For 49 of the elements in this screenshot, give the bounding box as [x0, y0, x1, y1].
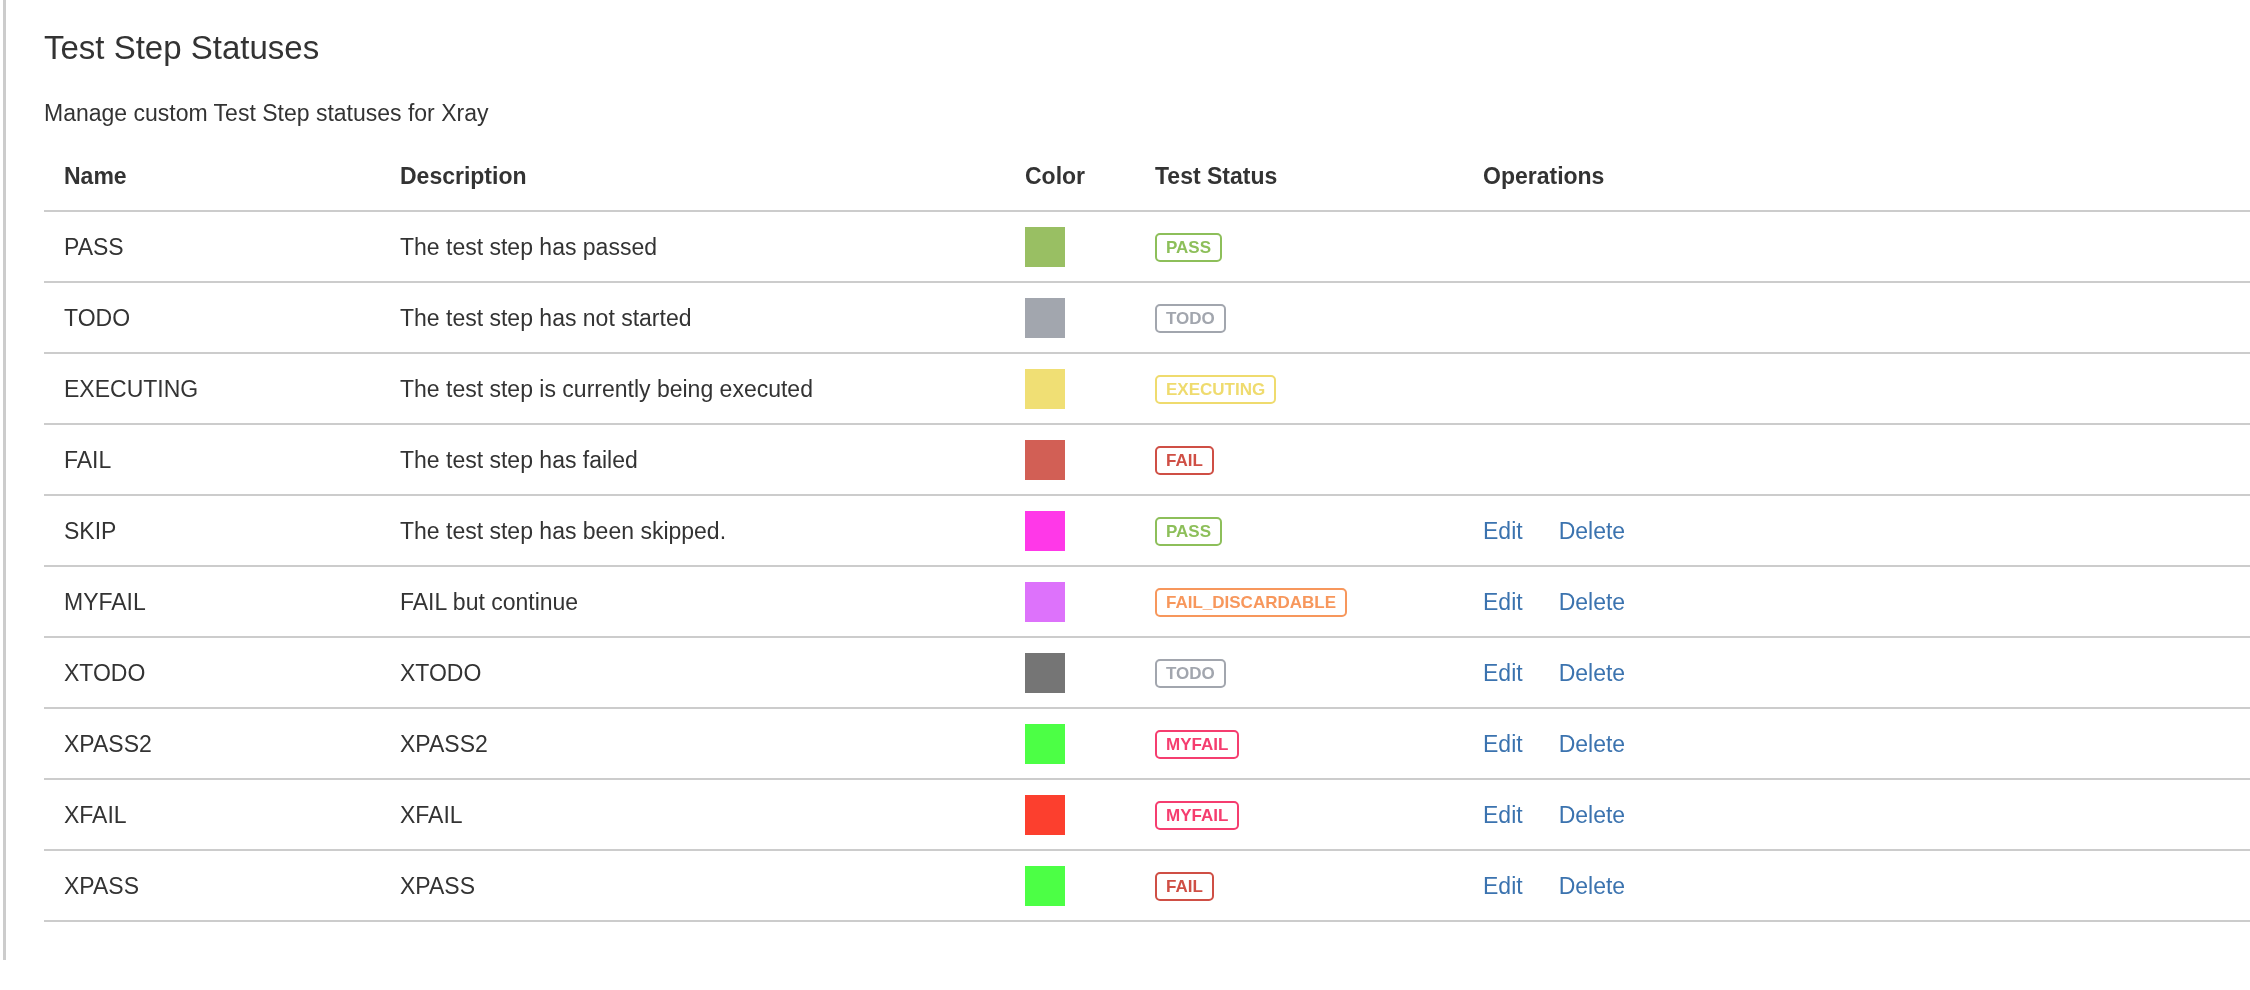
status-name: XTODO — [64, 659, 146, 686]
status-description: The test step has failed — [400, 446, 638, 473]
status-description: The test step has been skipped. — [400, 517, 727, 544]
status-name: PASS — [64, 233, 124, 260]
operation-link[interactable]: Delete — [1558, 723, 1626, 764]
status-name: XFAIL — [64, 801, 127, 828]
status-description: XFAIL — [400, 801, 463, 828]
status-description: XPASS — [400, 872, 475, 899]
operation-link[interactable]: Edit — [1483, 510, 1523, 551]
status-description: FAIL but continue — [400, 588, 579, 615]
status-lozenge: MYFAIL — [1155, 801, 1240, 830]
status-name: TODO — [64, 304, 131, 331]
status-lozenge: PASS — [1155, 233, 1223, 262]
operation-link[interactable]: Edit — [1483, 794, 1523, 835]
column-header: Operations — [1463, 162, 2250, 211]
status-description: XTODO — [400, 659, 482, 686]
status-lozenge: MYFAIL — [1155, 730, 1240, 759]
status-description: The test step has passed — [400, 233, 657, 260]
status-lozenge: TODO — [1155, 304, 1226, 333]
operation-link[interactable]: Delete — [1558, 510, 1626, 551]
status-name: EXECUTING — [64, 375, 199, 402]
status-description: XPASS2 — [400, 730, 488, 757]
status-name: SKIP — [64, 517, 117, 544]
operation-link[interactable]: Edit — [1483, 581, 1523, 622]
status-lozenge: FAIL_DISCARDABLE — [1155, 588, 1347, 617]
operation-link[interactable]: Edit — [1483, 652, 1523, 693]
status-name: MYFAIL — [64, 588, 146, 615]
column-header: Description — [380, 162, 1005, 211]
operation-link[interactable]: Edit — [1483, 723, 1523, 764]
column-header: Test Status — [1135, 162, 1463, 211]
operation-link[interactable]: Delete — [1558, 794, 1626, 835]
status-lozenge: EXECUTING — [1155, 375, 1277, 404]
operation-link[interactable]: Delete — [1558, 865, 1626, 906]
status-name: FAIL — [64, 446, 112, 473]
page-description: Manage custom Test Step statuses for Xray — [44, 99, 490, 128]
operation-link[interactable]: Edit — [1483, 865, 1523, 906]
status-description: The test step has not started — [400, 304, 692, 331]
status-name: XPASS — [64, 872, 139, 899]
status-lozenge: TODO — [1155, 659, 1226, 688]
column-header: Color — [1005, 162, 1135, 211]
status-lozenge: PASS — [1155, 517, 1223, 546]
status-name: XPASS2 — [64, 730, 152, 757]
page-title: Test Step Statuses — [44, 28, 321, 68]
status-description: The test step is currently being executed — [400, 375, 813, 402]
status-lozenge: FAIL — [1155, 446, 1214, 475]
status-lozenge: FAIL — [1155, 872, 1214, 901]
operation-link[interactable]: Delete — [1558, 652, 1626, 693]
column-header: Name — [44, 162, 380, 211]
operation-link[interactable]: Delete — [1558, 581, 1626, 622]
